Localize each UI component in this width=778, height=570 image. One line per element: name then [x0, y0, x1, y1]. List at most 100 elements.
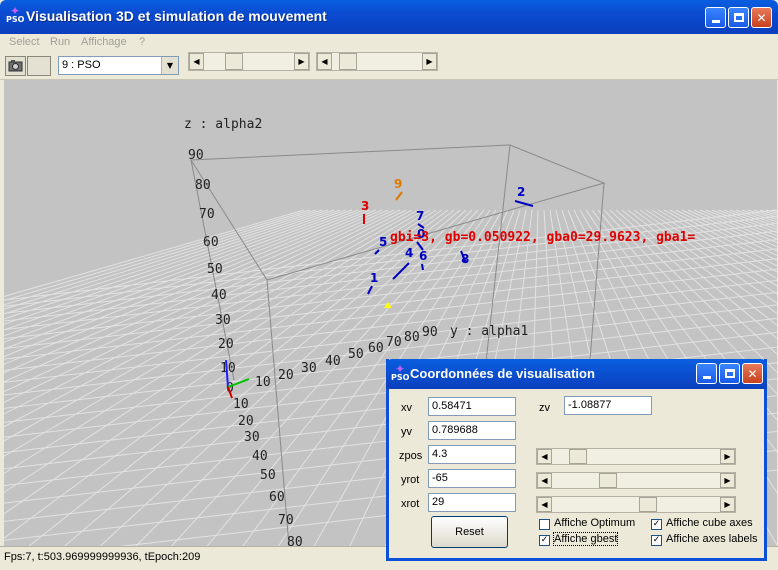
y-tick: 20 — [278, 368, 294, 383]
particle: 2 — [514, 185, 534, 207]
z-tick: 70 — [199, 207, 215, 222]
xv-input[interactable]: 0.58471 — [428, 397, 516, 416]
yv-label: yv — [401, 426, 412, 438]
menu-bar: Select Run Affichage ? — [0, 34, 778, 52]
close-icon: ✕ — [747, 366, 758, 381]
reset-button[interactable]: Reset — [431, 516, 508, 548]
arrow-right-icon[interactable]: ▶ — [720, 497, 735, 512]
maximize-icon — [724, 369, 735, 378]
blank-tool-button[interactable] — [27, 56, 51, 76]
particle-label: 9 — [394, 177, 402, 191]
y-tick: 60 — [368, 341, 384, 356]
xrot-label: xrot — [401, 498, 420, 510]
yrot-label: yrot — [401, 474, 420, 486]
gbest-overlay-text: gbi=3, gb=0.050922, gba0=29.9623, gba1= — [390, 230, 695, 245]
zv-input[interactable]: -1.08877 — [564, 396, 652, 415]
menu-affichage[interactable]: Affichage — [81, 36, 127, 48]
particle-label: 5 — [379, 235, 387, 249]
title-bar[interactable]: ✦ PSO Visualisation 3D et simulation de … — [0, 0, 778, 34]
dialog-close-button[interactable]: ✕ — [742, 363, 763, 384]
dialog-title: Coordonnées de visualisation — [410, 366, 595, 381]
dialog-title-bar[interactable]: ✦ PSO Coordonnées de visualisation ✕ — [386, 359, 767, 389]
toolbar: 9 : PSO ▼ ◀ ▶ ◀ ▶ — [0, 52, 778, 80]
affiche-gbest-checkbox[interactable]: ✓ — [539, 535, 550, 546]
y-tick: 70 — [386, 335, 402, 350]
slider-thumb[interactable] — [639, 497, 657, 512]
xv-label: xv — [401, 402, 412, 414]
yrot-input[interactable]: -65 — [428, 469, 516, 488]
x-tick: 80 — [287, 535, 303, 546]
y-tick: 50 — [348, 347, 364, 362]
particle-label: 6 — [419, 249, 427, 263]
yv-input[interactable]: 0.789688 — [428, 421, 516, 440]
y-tick: 40 — [325, 354, 341, 369]
dialog-icon-text: PSO — [391, 373, 410, 382]
zpos-slider[interactable]: ◀ ▶ — [536, 448, 736, 465]
xrot-input[interactable]: 29 — [428, 493, 516, 512]
camera-button[interactable] — [5, 56, 26, 76]
close-button[interactable]: ✕ — [751, 7, 772, 28]
dialog-body: xv yv zpos yrot xrot 0.58471 0.789688 4.… — [389, 389, 764, 558]
z-axis-label: z : alpha2 — [184, 117, 262, 132]
slider-thumb[interactable] — [599, 473, 617, 488]
zv-label: zv — [539, 402, 550, 414]
app-icon-text: PSO — [6, 15, 25, 24]
arrow-right-icon[interactable]: ▶ — [422, 53, 437, 70]
x-tick: 10 — [233, 397, 249, 412]
particle: 8 — [460, 250, 469, 266]
zpos-label: zpos — [399, 450, 423, 462]
x-tick: 70 — [278, 513, 294, 528]
arrow-right-icon[interactable]: ▶ — [294, 53, 309, 70]
arrow-left-icon[interactable]: ◀ — [537, 449, 552, 464]
arrow-right-icon[interactable]: ▶ — [720, 473, 735, 488]
affiche-axes-labels-label: Affiche axes labels — [666, 533, 758, 545]
chevron-down-icon[interactable]: ▼ — [161, 57, 178, 74]
dialog-icon: ✦ PSO — [391, 362, 410, 382]
speed-scrollbar[interactable]: ◀ ▶ — [188, 52, 310, 71]
maximize-button[interactable] — [728, 7, 749, 28]
view-coordinates-dialog: ✦ PSO Coordonnées de visualisation ✕ xv … — [386, 359, 767, 561]
affiche-cube-axes-label: Affiche cube axes — [666, 517, 753, 529]
app-icon: ✦ PSO — [6, 4, 25, 24]
x-tick: 40 — [252, 449, 268, 464]
affiche-axes-labels-checkbox[interactable]: ✓ — [651, 535, 662, 546]
zpos-input[interactable]: 4.3 — [428, 445, 516, 464]
arrow-right-icon[interactable]: ▶ — [720, 449, 735, 464]
window-title: Visualisation 3D et simulation de mouvem… — [26, 8, 327, 24]
minimize-button[interactable] — [705, 7, 726, 28]
slider-thumb[interactable] — [569, 449, 587, 464]
yrot-slider[interactable]: ◀ ▶ — [536, 472, 736, 489]
algorithm-select[interactable]: 9 : PSO ▼ — [58, 56, 179, 75]
xrot-slider[interactable]: ◀ ▶ — [536, 496, 736, 513]
menu-help[interactable]: ? — [139, 36, 145, 48]
arrow-left-icon[interactable]: ◀ — [189, 53, 204, 70]
particle: 9 — [394, 177, 403, 201]
arrow-left-icon[interactable]: ◀ — [537, 497, 552, 512]
x-tick: 50 — [260, 468, 276, 483]
affiche-optimum-label: Affiche Optimum — [554, 517, 636, 529]
affiche-optimum-checkbox[interactable] — [539, 519, 550, 530]
close-icon: ✕ — [756, 10, 767, 25]
minimize-icon — [702, 376, 711, 379]
y-tick: 10 — [255, 375, 271, 390]
dialog-maximize-button[interactable] — [719, 363, 740, 384]
status-text: Fps:7, t:503.969999999936, tEpoch:209 — [4, 551, 201, 563]
affiche-gbest-label: Affiche gbest — [552, 532, 619, 546]
particle-label: 3 — [361, 199, 369, 213]
particle-label: 7 — [416, 209, 424, 223]
x-tick: 30 — [244, 430, 260, 445]
menu-run[interactable]: Run — [50, 36, 70, 48]
x-tick: 20 — [238, 414, 254, 429]
dialog-minimize-button[interactable] — [696, 363, 717, 384]
affiche-cube-axes-checkbox[interactable]: ✓ — [651, 519, 662, 530]
y-tick: 90 — [422, 325, 438, 340]
menu-select[interactable]: Select — [9, 36, 40, 48]
scroll-thumb[interactable] — [339, 53, 357, 70]
arrow-left-icon[interactable]: ◀ — [537, 473, 552, 488]
scroll-thumb[interactable] — [225, 53, 243, 70]
arrow-left-icon[interactable]: ◀ — [317, 53, 332, 70]
y-tick: 80 — [404, 330, 420, 345]
algorithm-select-value: 9 : PSO — [62, 59, 101, 71]
step-scrollbar[interactable]: ◀ ▶ — [316, 52, 438, 71]
minimize-icon — [711, 20, 720, 23]
